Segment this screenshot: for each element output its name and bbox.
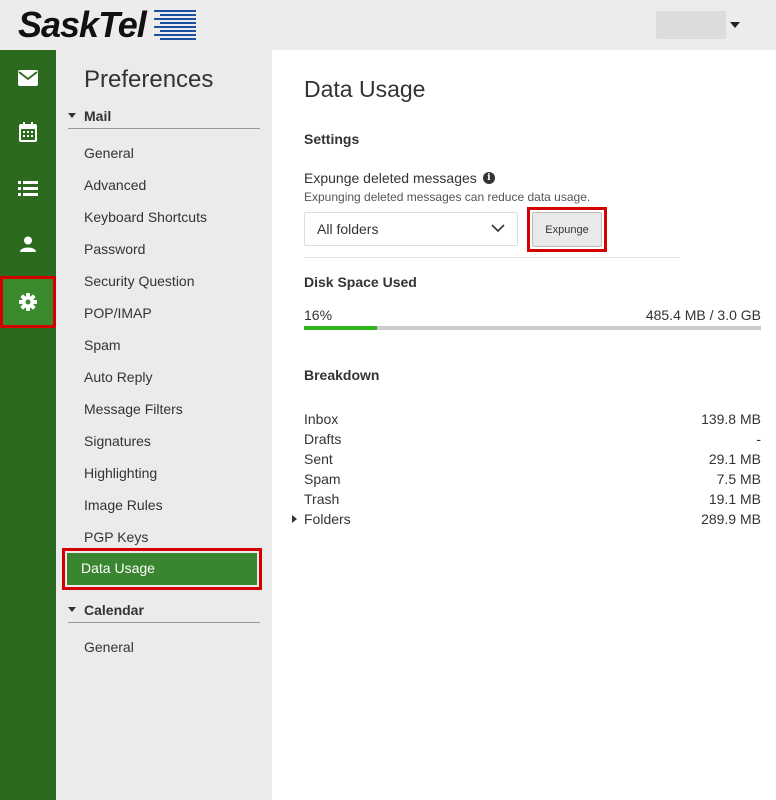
breakdown-row-inbox: Inbox 139.8 MB — [304, 409, 761, 429]
breakdown-value: 29.1 MB — [708, 451, 761, 467]
top-header: SaskTel — [0, 0, 776, 50]
nav-highlighting[interactable]: Highlighting — [84, 463, 157, 483]
page-title: Data Usage — [304, 76, 426, 102]
preferences-title: Preferences — [84, 66, 214, 93]
breakdown-value: 19.1 MB — [708, 491, 761, 507]
disk-percent: 16% — [304, 307, 333, 323]
mail-section-toggle[interactable]: Mail — [68, 103, 260, 129]
gear-icon — [19, 293, 37, 311]
expunge-label: Expunge deleted messages — [304, 170, 477, 186]
list-icon — [18, 181, 38, 196]
disk-space-heading: Disk Space Used — [304, 274, 417, 290]
nav-auto-reply[interactable]: Auto Reply — [84, 367, 152, 387]
nav-signatures[interactable]: Signatures — [84, 431, 151, 451]
calendar-icon — [19, 122, 37, 142]
nav-pop-imap[interactable]: POP/IMAP — [84, 303, 152, 323]
rail-mail[interactable] — [0, 52, 56, 104]
settings-heading: Settings — [304, 131, 360, 147]
main-content: Data Usage Settings Expunge deleted mess… — [272, 50, 776, 800]
breakdown-row-sent: Sent 29.1 MB — [304, 449, 761, 469]
logo-text: SaskTel — [18, 4, 147, 45]
caret-down-icon — [68, 113, 76, 118]
breakdown-heading: Breakdown — [304, 367, 380, 383]
breakdown-row-trash: Trash 19.1 MB — [304, 489, 761, 509]
breakdown-value: 7.5 MB — [716, 471, 761, 487]
nav-data-usage[interactable]: Data Usage — [67, 553, 257, 585]
disk-usage-row: 16% 485.4 MB / 3.0 GB — [304, 307, 761, 323]
breakdown-label: Trash — [304, 491, 340, 507]
envelope-icon — [18, 70, 38, 86]
breakdown-label: Inbox — [304, 411, 339, 427]
app-rail — [0, 50, 56, 800]
breakdown-label: Sent — [304, 451, 333, 467]
chevron-down-icon — [491, 224, 505, 233]
nav-calendar-general[interactable]: General — [84, 637, 134, 657]
nav-pgp-keys[interactable]: PGP Keys — [84, 527, 148, 547]
rail-calendar[interactable] — [0, 106, 56, 158]
preferences-sidebar: Preferences Mail General Advanced Keyboa… — [56, 50, 272, 800]
disk-usage-bar — [304, 326, 761, 330]
breakdown-row-drafts: Drafts - — [304, 429, 761, 449]
nav-security-question[interactable]: Security Question — [84, 271, 195, 291]
calendar-section-label: Calendar — [84, 601, 144, 618]
expunge-button-highlight: Expunge — [527, 207, 607, 252]
person-icon — [20, 236, 36, 252]
breakdown-label: Drafts — [304, 431, 342, 447]
rail-tasks[interactable] — [0, 162, 56, 214]
user-menu-caret-icon[interactable] — [730, 22, 740, 28]
expunge-label-row: Expunge deleted messages i — [304, 170, 495, 186]
caret-right-icon[interactable] — [292, 515, 297, 523]
breakdown-value: 139.8 MB — [701, 411, 761, 427]
folder-select[interactable]: All folders — [304, 212, 518, 246]
breakdown-value: - — [756, 431, 761, 447]
divider — [304, 257, 680, 258]
logo-mark-icon — [153, 10, 196, 40]
nav-spam[interactable]: Spam — [84, 335, 121, 355]
rail-settings[interactable] — [0, 276, 56, 328]
folder-select-value: All folders — [317, 221, 379, 237]
expunge-hint: Expunging deleted messages can reduce da… — [304, 190, 591, 204]
disk-amount: 485.4 MB / 3.0 GB — [645, 307, 761, 323]
breakdown-label: Folders — [304, 511, 351, 527]
mail-section-label: Mail — [84, 107, 112, 124]
info-icon[interactable]: i — [482, 172, 495, 184]
nav-general[interactable]: General — [84, 143, 134, 163]
caret-down-icon — [68, 607, 76, 612]
nav-data-usage-highlight: Data Usage — [62, 548, 262, 590]
breakdown-row-folders[interactable]: Folders 289.9 MB — [292, 509, 761, 529]
nav-keyboard-shortcuts[interactable]: Keyboard Shortcuts — [84, 207, 207, 227]
user-menu[interactable] — [656, 11, 726, 39]
calendar-section-toggle[interactable]: Calendar — [68, 597, 260, 623]
disk-usage-bar-fill — [304, 326, 378, 330]
nav-image-rules[interactable]: Image Rules — [84, 495, 163, 515]
expunge-button[interactable]: Expunge — [532, 212, 602, 247]
sasktel-logo[interactable]: SaskTel — [18, 4, 196, 45]
rail-contacts[interactable] — [0, 218, 56, 270]
nav-password[interactable]: Password — [84, 239, 145, 259]
nav-message-filters[interactable]: Message Filters — [84, 399, 183, 419]
breakdown-label: Spam — [304, 471, 341, 487]
breakdown-value: 289.9 MB — [701, 511, 761, 527]
nav-advanced[interactable]: Advanced — [84, 175, 146, 195]
breakdown-row-spam: Spam 7.5 MB — [304, 469, 761, 489]
